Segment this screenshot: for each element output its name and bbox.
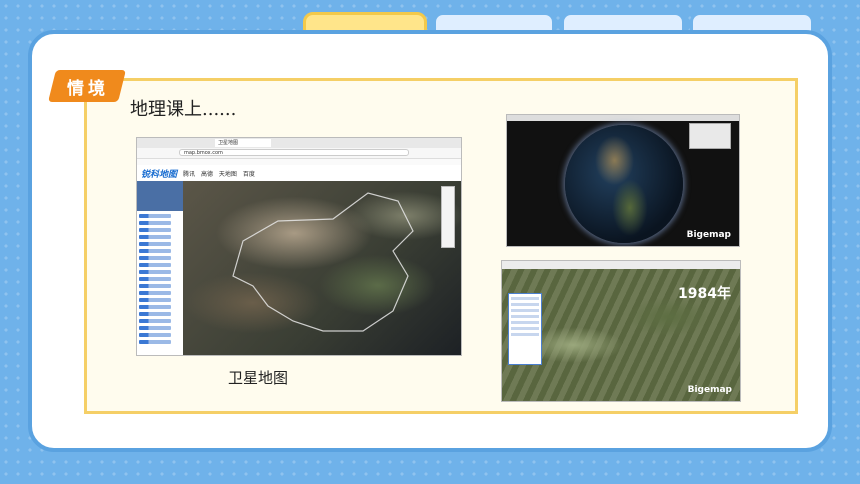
earth-globe-icon [565, 125, 683, 243]
terrain-screenshot: 1984年 Bigemap [501, 260, 741, 402]
browser-tab-bar: 卫星地图 [137, 138, 461, 148]
map-sidebar [137, 181, 183, 355]
intro-text: 地理课上...... [130, 99, 237, 120]
satellite-map-screenshot: 卫星地图 map.bmox.com 锐科地图 腾讯 高德 天地图 百度 [136, 137, 462, 356]
globe-screenshot: Bigemap [506, 114, 740, 247]
site-link: 腾讯 [183, 171, 196, 178]
layer-dialog [508, 293, 542, 365]
scenario-badge-label: 情境 [67, 78, 109, 99]
china-outline-icon [232, 192, 414, 332]
browser-address-bar: map.bmox.com [137, 148, 461, 159]
globe-panel [689, 123, 731, 149]
site-link: 天地图 [218, 171, 237, 178]
site-link: 百度 [242, 171, 255, 178]
site-logo: 锐科地图 [141, 170, 178, 180]
site-header: 锐科地图 腾讯 高德 天地图 百度 [137, 165, 461, 182]
address-field: map.bmox.com [179, 149, 409, 156]
sidebar-list [139, 214, 179, 347]
sidebar-header [137, 181, 183, 211]
site-link: 高德 [200, 171, 213, 178]
site-nav: 腾讯 高德 天地图 百度 [183, 169, 259, 178]
left-caption: 卫星地图 [228, 369, 289, 387]
globe-toolbar [507, 115, 739, 121]
terrain-toolbar [502, 261, 740, 269]
browser-tab: 卫星地图 [215, 139, 271, 147]
map-toolbar [441, 186, 455, 248]
year-label: 1984年 [678, 286, 731, 302]
satellite-map-view [183, 181, 461, 355]
bigemap-logo: Bigemap [686, 230, 731, 240]
bigemap-logo: Bigemap [687, 385, 732, 395]
